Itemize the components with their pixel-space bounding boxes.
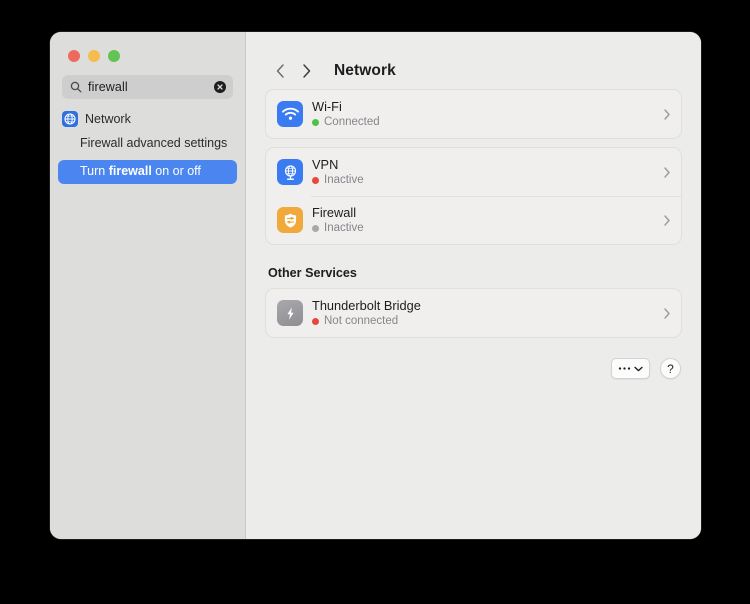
status-dot-icon [312,225,319,232]
minimize-button[interactable] [88,50,100,62]
back-button[interactable] [267,58,293,84]
zoom-button[interactable] [108,50,120,62]
chevron-left-icon [276,63,284,78]
list-item-title: Thunderbolt Bridge [312,298,421,313]
status-dot-icon [312,119,319,126]
sidebar-item-turn-firewall-on-or-off[interactable]: Turn firewall on or off [58,159,237,184]
forward-button[interactable] [293,58,319,84]
network-globe-icon [62,111,78,127]
sidebar-item-firewall-advanced-settings[interactable]: Firewall advanced settings [58,133,237,155]
content-pane: Network Wi-Fi Connected VPN Inactive Fir… [246,32,701,539]
more-options-button[interactable] [611,358,650,379]
list-item-vpn[interactable]: VPN Inactive [266,148,681,196]
disclosure-chevron-right-icon[interactable] [655,214,671,227]
disclosure-chevron-right-icon[interactable] [655,307,671,320]
footer-actions: ? [265,358,682,379]
ellipsis-icon [618,367,631,370]
list-item-status: Inactive [312,222,655,235]
list-item-text: VPN Inactive [312,157,655,187]
wifi-icon [277,101,303,127]
search-field[interactable]: firewall [62,75,233,99]
sidebar: firewall Network Firewall advanced setti… [50,32,246,539]
firewall-shield-icon [277,207,303,233]
status-label: Connected [324,116,380,128]
search-result-group-label: Network [85,112,131,126]
list-item-title: Firewall [312,205,357,220]
result-label-prefix: Turn [80,163,109,178]
list-item-status: Connected [312,116,655,129]
section-header-other-services: Other Services [268,266,357,280]
status-label: Inactive [324,222,364,234]
list-item-firewall[interactable]: Firewall Inactive [266,196,681,244]
list-item-text: Wi-Fi Connected [312,99,655,129]
window-traffic-lights [50,32,245,62]
list-item-title: Wi-Fi [312,99,342,114]
disclosure-chevron-right-icon[interactable] [655,108,671,121]
network-card-vpn-firewall: VPN Inactive Firewall Inactive [265,147,682,245]
clear-circle-icon[interactable] [214,81,226,93]
thunderbolt-bolt-icon [277,300,303,326]
navigation-bar: Network [265,32,682,89]
list-item-text: Firewall Inactive [312,205,655,235]
list-item-status: Not connected [312,315,655,328]
status-label: Not connected [324,315,399,327]
network-card-wifi: Wi-Fi Connected [265,89,682,139]
result-label-match: firewall [108,163,152,178]
help-button[interactable]: ? [660,358,681,379]
chevron-down-icon [634,366,643,371]
status-label: Inactive [324,174,364,186]
list-item-title: VPN [312,157,339,172]
list-item-status: Inactive [312,174,655,187]
network-card-other-services: Thunderbolt Bridge Not connected [265,288,682,338]
list-item-wifi[interactable]: Wi-Fi Connected [266,90,681,138]
search-input[interactable]: firewall [88,81,208,94]
disclosure-chevron-right-icon[interactable] [655,166,671,179]
page-title: Network [334,61,396,79]
vpn-globe-icon [277,159,303,185]
search-icon [70,81,82,93]
status-dot-icon [312,177,319,184]
search-result-group-network: Network [58,109,237,129]
list-item-thunderbolt-bridge[interactable]: Thunderbolt Bridge Not connected [266,289,681,337]
search-results: Network Firewall advanced settings Turn … [50,99,245,184]
search-container: firewall [50,62,245,99]
chevron-right-icon [302,63,310,78]
status-dot-icon [312,318,319,325]
close-button[interactable] [68,50,80,62]
list-item-text: Thunderbolt Bridge Not connected [312,298,655,328]
result-label-suffix: on or off [151,163,201,178]
system-settings-window: firewall Network Firewall advanced setti… [50,32,701,539]
